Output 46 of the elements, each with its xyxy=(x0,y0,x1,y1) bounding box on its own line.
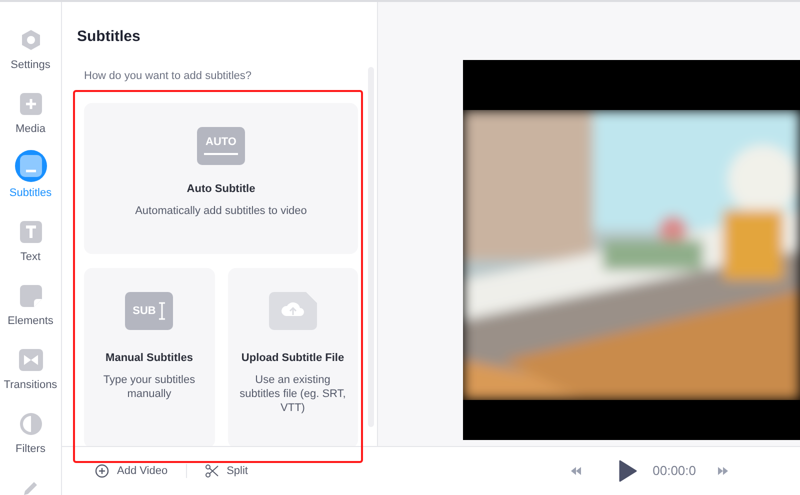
option-card[interactable]: Upload Subtitle File Use an existing subtitles file (eg. SRT, VTT) xyxy=(228,268,358,446)
add-video-button[interactable]: Add Video xyxy=(95,462,168,480)
play-icon xyxy=(618,460,637,482)
option-title: Upload Subtitle File xyxy=(241,351,344,366)
option-card[interactable]: SUB Manual Subtitles Type your subtitles manually xyxy=(84,268,214,446)
sticker-icon xyxy=(20,285,42,307)
play-button[interactable] xyxy=(618,459,639,483)
icon-label: AUTO xyxy=(206,137,236,148)
scissors-icon xyxy=(204,464,219,478)
sidebar-item[interactable]: Elements xyxy=(0,282,61,336)
time-display: 00:00:0 xyxy=(652,462,696,480)
transition-icon xyxy=(18,349,42,371)
option-description: Use an existing subtitles file (eg. SRT, VTT) xyxy=(238,372,347,414)
text-cursor-icon xyxy=(158,302,166,320)
sidebar-label: Elements xyxy=(8,314,54,328)
text-icon xyxy=(20,221,42,243)
sidebar-label: Transitions xyxy=(4,378,58,392)
option-title: Manual Subtitles xyxy=(106,351,193,366)
sidebar-item[interactable]: Filters xyxy=(0,410,61,464)
contrast-icon xyxy=(18,412,42,436)
sidebar-item[interactable]: Transitions xyxy=(0,346,61,400)
add-circle-icon xyxy=(95,464,109,478)
cloud-upload-icon xyxy=(268,292,317,330)
sidebar-item[interactable]: Media xyxy=(0,90,61,144)
option-title: Auto Subtitle xyxy=(186,182,256,197)
prompt-text: How do you want to add subtitles? xyxy=(84,68,253,84)
pencil-icon xyxy=(22,479,40,495)
sidebar-item[interactable]: Text xyxy=(0,218,61,272)
sidebar-item[interactable]: Settings xyxy=(0,26,61,80)
panel-title: Subtitles xyxy=(77,27,142,47)
fast-forward-button[interactable] xyxy=(718,466,730,476)
sidebar-label: Subtitles xyxy=(9,186,52,200)
sidebar-label: Text xyxy=(20,250,41,264)
rewind-button[interactable] xyxy=(570,466,583,476)
sidebar-label: Filters xyxy=(16,442,46,456)
sidebar-label: Media xyxy=(16,122,46,136)
subtitles-icon xyxy=(20,155,42,177)
option-description: Automatically add subtitles to video xyxy=(135,204,307,218)
sidebar-label: Settings xyxy=(10,58,50,72)
split-button[interactable]: Split xyxy=(204,462,248,480)
fast-forward-icon xyxy=(718,467,728,475)
option-description: Type your subtitles manually xyxy=(102,372,196,400)
plus-icon xyxy=(20,93,42,115)
rewind-icon xyxy=(570,467,581,475)
option-card[interactable]: AUTO Auto Subtitle Automatically add subtitles to video xyxy=(84,103,358,254)
icon-label: SUB xyxy=(132,306,156,316)
